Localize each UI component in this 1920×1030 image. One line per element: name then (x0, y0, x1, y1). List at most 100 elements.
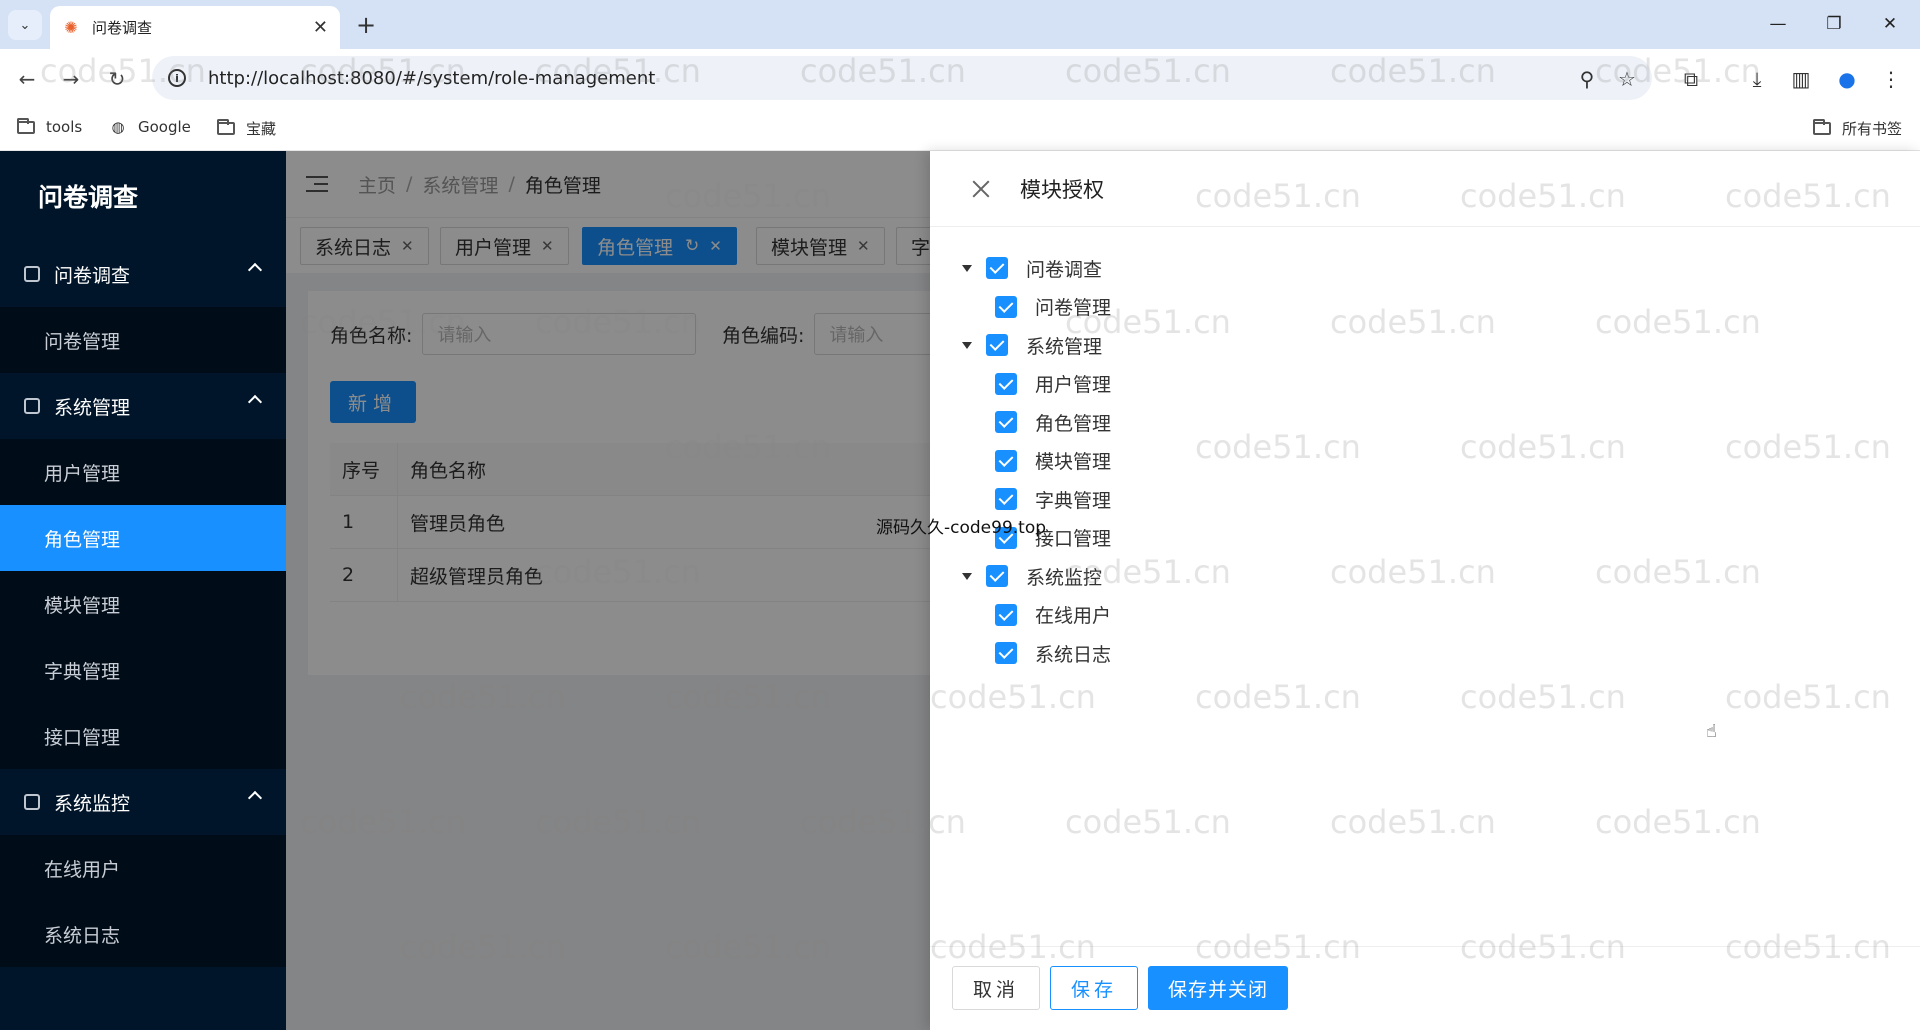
zoom-icon[interactable]: ⚲ (1572, 64, 1602, 94)
settings-icon (24, 398, 40, 414)
tree-node-label: 模块管理 (1035, 451, 1112, 474)
menu-group-label: 系统管理 (54, 396, 131, 419)
tree-node-label: 问卷管理 (1035, 297, 1112, 320)
tree-node-label: 系统管理 (1026, 335, 1103, 358)
drawer-footer: 取消 保存 保存并关闭 (930, 946, 1920, 1030)
save-and-close-button[interactable]: 保存并关闭 (1148, 966, 1288, 1010)
form-icon (24, 266, 40, 282)
download-icon[interactable]: ⤓ (1742, 64, 1772, 94)
close-icon[interactable] (970, 178, 992, 200)
sidebar-item-users[interactable]: 用户管理 (0, 439, 286, 505)
cancel-button[interactable]: 取消 (952, 966, 1040, 1010)
tree-node-online-users[interactable]: 在线用户 (962, 596, 1111, 635)
forward-button[interactable]: → (56, 64, 86, 94)
modal-mask[interactable] (286, 151, 930, 1030)
caret-down-icon[interactable] (962, 264, 972, 272)
menu-group-system[interactable]: 系统管理 (0, 373, 286, 439)
menu-group-survey[interactable]: 问卷调查 (0, 241, 286, 307)
sidebar-item-survey-management[interactable]: 问卷管理 (0, 307, 286, 373)
back-button[interactable]: ← (12, 64, 42, 94)
tree-node-survey[interactable]: 问卷调查 (962, 249, 1111, 288)
checkbox-checked[interactable] (995, 449, 1017, 472)
reload-button[interactable]: ↻ (102, 64, 132, 94)
tree-node-modules[interactable]: 模块管理 (962, 442, 1111, 481)
caret-down-icon[interactable] (962, 572, 972, 580)
tree-node-roles[interactable]: 角色管理 (962, 403, 1111, 442)
sidebar-item-modules[interactable]: 模块管理 (0, 571, 286, 637)
folder-icon (16, 117, 36, 135)
checkbox-checked[interactable] (995, 372, 1017, 395)
tab-search-dropdown[interactable]: ⌄ (8, 10, 42, 40)
tree-node-monitor[interactable]: 系统监控 (962, 557, 1111, 596)
extensions-icon[interactable]: ⧉ (1676, 64, 1706, 94)
checkbox-checked[interactable] (995, 642, 1017, 665)
chevron-up-icon (247, 394, 263, 410)
bookmark-treasure[interactable]: 宝藏 (216, 118, 276, 139)
folder-icon (1812, 119, 1832, 137)
checkbox-checked[interactable] (995, 411, 1017, 434)
app-logo: 问卷调查 (38, 183, 139, 212)
browser-tabstrip: ⌄ ✺ 问卷调查 ✕ + — ❐ ✕ (0, 0, 1920, 49)
tree-node-label: 系统日志 (1035, 643, 1112, 666)
sidebar-item-online-users[interactable]: 在线用户 (0, 835, 286, 901)
module-auth-drawer: 模块授权 问卷调查 问卷管理 系统管理 用户管理 角色管理 模块管理 字典管理 … (930, 151, 1920, 1030)
new-tab-button[interactable]: + (350, 10, 382, 40)
tree-node-label: 问卷调查 (1026, 258, 1103, 281)
sidebar-item-dictionary[interactable]: 字典管理 (0, 637, 286, 703)
save-button[interactable]: 保存 (1050, 966, 1138, 1010)
drawer-header: 模块授权 (930, 151, 1920, 227)
chevron-up-icon (247, 262, 263, 278)
bookmark-label: 宝藏 (246, 120, 277, 138)
tab-title: 问卷调查 (92, 19, 153, 37)
tab-close-icon[interactable]: ✕ (313, 17, 328, 38)
bookmark-tools[interactable]: tools (16, 117, 83, 136)
checkbox-checked[interactable] (986, 565, 1008, 588)
profile-icon[interactable]: ● (1832, 64, 1862, 94)
menu-group-label: 系统监控 (54, 792, 131, 815)
sidebar-item-roles[interactable]: 角色管理 (0, 505, 286, 571)
bookmark-star-icon[interactable]: ☆ (1612, 64, 1642, 94)
tree-node-label: 在线用户 (1035, 605, 1112, 628)
checkbox-checked[interactable] (995, 295, 1017, 318)
bookmark-label: Google (138, 118, 191, 136)
browser-toolbar: ← → ↻ i http://localhost:8080/#/system/r… (0, 49, 1920, 108)
tree-node-survey-management[interactable]: 问卷管理 (962, 288, 1111, 327)
side-panel-icon[interactable]: ▥ (1786, 64, 1816, 94)
restore-button[interactable]: ❐ (1814, 8, 1854, 40)
checkbox-checked[interactable] (995, 603, 1017, 626)
tree-node-system-log[interactable]: 系统日志 (962, 634, 1111, 673)
chevron-up-icon (247, 790, 263, 806)
sidebar-item-system-log[interactable]: 系统日志 (0, 901, 286, 967)
menu-group-label: 问卷调查 (54, 264, 131, 287)
window-close-button[interactable]: ✕ (1870, 8, 1910, 40)
bookmark-label: tools (46, 118, 83, 136)
tree-node-users[interactable]: 用户管理 (962, 365, 1111, 404)
sidebar-item-api[interactable]: 接口管理 (0, 703, 286, 769)
drawer-title: 模块授权 (1020, 177, 1104, 202)
overlay-source-text: 源码久久-code99.top (876, 518, 1047, 538)
address-bar[interactable]: i http://localhost:8080/#/system/role-ma… (152, 56, 1652, 100)
site-info-icon[interactable]: i (168, 69, 186, 87)
tree-node-label: 字典管理 (1035, 489, 1112, 512)
folder-icon (216, 119, 236, 137)
checkbox-checked[interactable] (995, 488, 1017, 511)
hand-cursor-icon: ☝ (1706, 721, 1717, 742)
menu-group-monitor[interactable]: 系统监控 (0, 769, 286, 835)
all-bookmarks-label: 所有书签 (1842, 120, 1903, 138)
tree-node-label: 用户管理 (1035, 374, 1112, 397)
app: 问卷调查 问卷调查 问卷管理 系统管理 用户管理 角色管理 模块管理 字典管理 … (0, 151, 1920, 1030)
module-tree: 问卷调查 问卷管理 系统管理 用户管理 角色管理 模块管理 字典管理 接口管理 … (962, 249, 1111, 673)
browser-tab[interactable]: ✺ 问卷调查 ✕ (50, 6, 340, 49)
menu-icon[interactable]: ⋮ (1876, 64, 1906, 94)
minimize-button[interactable]: — (1758, 8, 1798, 40)
checkbox-checked[interactable] (986, 257, 1008, 280)
all-bookmarks[interactable]: 所有书签 (1812, 118, 1902, 139)
globe-icon: ◍ (111, 118, 125, 136)
tree-node-system[interactable]: 系统管理 (962, 326, 1111, 365)
checkbox-checked[interactable] (986, 334, 1008, 357)
caret-down-icon[interactable] (962, 341, 972, 349)
sidebar: 问卷调查 问卷调查 问卷管理 系统管理 用户管理 角色管理 模块管理 字典管理 … (0, 151, 286, 1030)
tree-node-label: 系统监控 (1026, 566, 1103, 589)
bookmark-google[interactable]: ◍ Google (108, 118, 191, 136)
lock-icon (24, 794, 40, 810)
